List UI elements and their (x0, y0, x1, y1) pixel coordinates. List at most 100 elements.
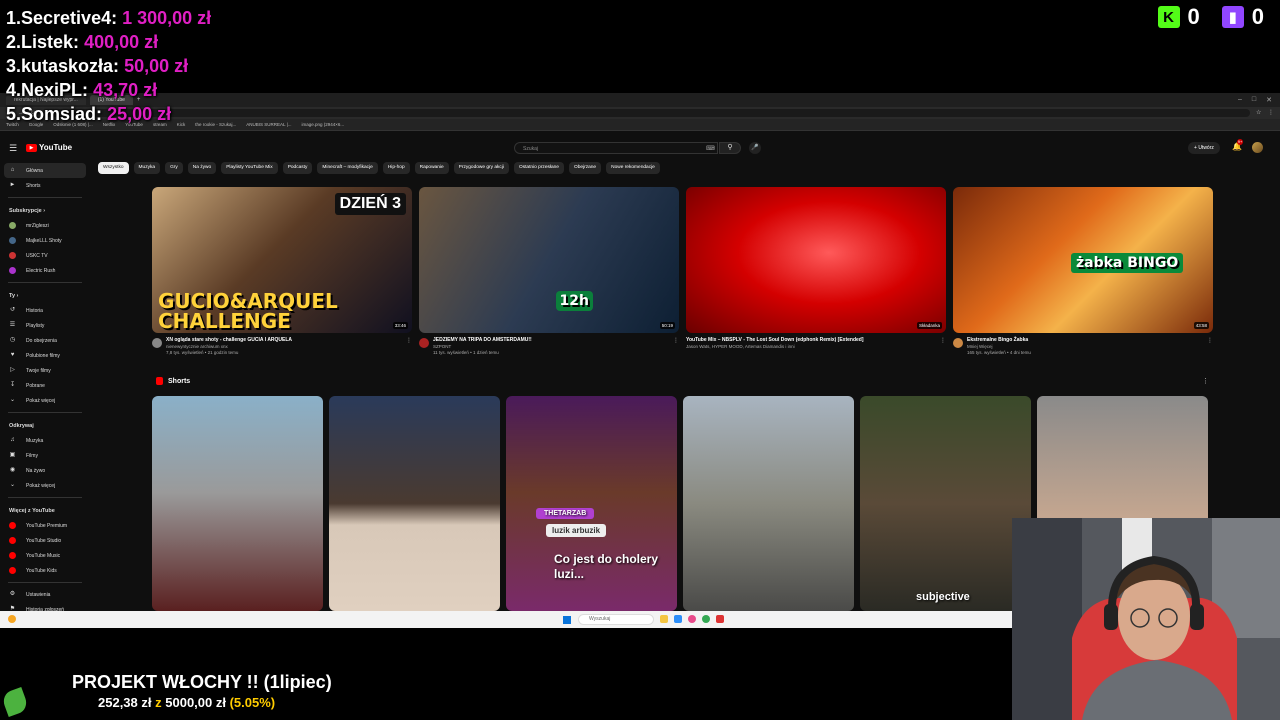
chip[interactable]: Gry (165, 162, 183, 174)
video-thumbnail[interactable]: Składanka (686, 187, 946, 333)
sidebar-item-downloads[interactable]: ↧ Pobrane (0, 378, 90, 393)
youtube-sidebar: ⌂ Główna ► Shorts Subskrypcje › mrZigleszi… (0, 163, 90, 628)
video-title[interactable]: XN ogląda stare shoty - challenge GUCIA … (166, 337, 292, 344)
sidebar-item-playlists[interactable]: ☰ Playlisty (0, 318, 90, 333)
chip[interactable]: Przygodowe gry akcji (453, 162, 509, 174)
more-options-icon[interactable]: ⋮ (673, 337, 679, 356)
search-button[interactable]: ⚲ (719, 142, 741, 154)
windows-start-icon[interactable] (563, 616, 571, 624)
hamburger-menu-icon[interactable]: ☰ (9, 143, 17, 154)
search-input[interactable]: Szukaj (514, 142, 718, 154)
sidebar-section-you[interactable]: Ty › (0, 289, 90, 303)
short-card[interactable] (683, 396, 854, 611)
sidebar-subscription[interactable]: mrZigleszi (0, 218, 90, 233)
sidebar-item-shorts[interactable]: ► Shorts (0, 178, 90, 193)
sidebar-section-subscriptions[interactable]: Subskrypcje › (0, 204, 90, 218)
keyboard-icon[interactable]: ⌨ (706, 145, 715, 152)
url-input[interactable] (42, 109, 1250, 117)
chip[interactable]: Rapowanie (414, 162, 449, 174)
short-card[interactable] (152, 396, 323, 611)
sidebar-item-liked[interactable]: ♥ Polubione filmy (0, 348, 90, 363)
video-title[interactable]: JEDZIEMY NA TRIPA DO AMSTERDAMU!! (433, 337, 532, 344)
create-button[interactable]: + Utwórz (1188, 142, 1220, 154)
sidebar-item-live[interactable]: ◉ Na żywo (0, 463, 90, 478)
sidebar-item-home[interactable]: ⌂ Główna (4, 163, 86, 178)
video-title[interactable]: Ekstremalne Bingo Żabka (967, 337, 1031, 344)
youtube-logo[interactable]: ▶ YouTube (26, 143, 72, 152)
short-card[interactable]: THETARZAB luzik arbuzik Co jest do chole… (506, 396, 677, 611)
store-icon[interactable] (674, 615, 682, 623)
app-icon[interactable] (688, 615, 696, 623)
voice-search-button[interactable]: 🎤 (749, 142, 761, 154)
viewer-counters: K 0 ▮ 0 (1157, 4, 1264, 30)
channel-avatar[interactable] (419, 338, 429, 348)
chrome-icon[interactable] (702, 615, 710, 623)
app-icon[interactable] (716, 615, 724, 623)
shorts-title: Shorts (168, 377, 191, 385)
sidebar-item-premium[interactable]: YouTube Premium (0, 518, 90, 533)
more-options-icon[interactable]: ⋮ (1207, 337, 1213, 356)
chip[interactable]: Nowe rekomendacje (606, 162, 660, 174)
taskbar-search-input[interactable]: Wyszukaj (578, 614, 654, 625)
minimize-icon[interactable]: – (1238, 96, 1242, 104)
sidebar-item-label: Pokaż więcej (26, 482, 56, 489)
leaderboard-name: Somsiad: (21, 104, 103, 124)
more-options-icon[interactable]: ⋮ (1202, 377, 1209, 385)
video-title[interactable]: YouTube Mix – NBSPLV - The Lost Soul Dow… (686, 337, 864, 344)
leaderboard-amount: 400,00 zł (84, 32, 159, 52)
video-card[interactable]: Składanka YouTube Mix – NBSPLV - The Los… (686, 187, 946, 356)
star-icon[interactable]: ☆ (1256, 110, 1262, 116)
sidebar-item-studio[interactable]: YouTube Studio (0, 533, 90, 548)
sidebar-item-label: Do obejrzenia (26, 337, 57, 344)
video-card[interactable]: 12h 50:19 JEDZIEMY NA TRIPA DO AMSTERDAM… (419, 187, 679, 356)
sidebar-item-label: Playlisty (26, 322, 45, 329)
sidebar-item-your-videos[interactable]: ▷ Twoje filmy (0, 363, 90, 378)
sidebar-subscription[interactable]: USKC TV (0, 248, 90, 263)
sidebar-show-more[interactable]: ⌄ Pokaż więcej (0, 478, 90, 493)
sidebar-item-watch-later[interactable]: ◷ Do obejrzenia (0, 333, 90, 348)
folder-icon[interactable] (660, 615, 668, 623)
bookmark-item[interactable]: image.png (2944×6... (302, 122, 345, 127)
channel-name[interactable]: Jason Wats, HYPER MOOD, Artemas Diamandi… (686, 344, 864, 350)
leaderboard-rank: 1. (6, 8, 22, 28)
sidebar-item-music-app[interactable]: YouTube Music (0, 548, 90, 563)
chip[interactable]: Ostatnio przesłane (513, 162, 564, 174)
video-card[interactable]: żabka BINGO 43:58 Ekstremalne Bingo Żabk… (953, 187, 1213, 356)
short-caption: subjective (916, 591, 970, 603)
sidebar-item-music[interactable]: ♫ Muzyka (0, 433, 90, 448)
weather-icon[interactable] (8, 615, 16, 623)
video-thumbnail[interactable]: DZIEŃ 3 GUCIO&ARQUEL CHALLENGE 33:46 (152, 187, 412, 333)
channel-avatar[interactable] (152, 338, 162, 348)
chip[interactable]: Na żywo (187, 162, 217, 174)
chip[interactable]: Muzyka (133, 162, 161, 174)
sidebar-item-movies[interactable]: ▣ Filmy (0, 448, 90, 463)
more-options-icon[interactable]: ⋮ (940, 337, 946, 350)
sidebar-subscription[interactable]: Electric Rush (0, 263, 90, 278)
more-options-icon[interactable]: ⋮ (406, 337, 412, 356)
video-thumbnail[interactable]: żabka BINGO 43:58 (953, 187, 1213, 333)
close-icon[interactable]: ✕ (1266, 96, 1272, 104)
section-heading: Ty (9, 293, 16, 299)
video-thumbnail[interactable]: 12h 50:19 (419, 187, 679, 333)
chip[interactable]: Minecraft – modyfikacje (317, 162, 378, 174)
sidebar-subscription[interactable]: MajkeLLL Shoty (0, 233, 90, 248)
thumbs-up-icon: ♥ (10, 352, 15, 358)
channel-avatar[interactable] (953, 338, 963, 348)
sidebar-item-kids[interactable]: YouTube Kids (0, 563, 90, 578)
account-avatar[interactable] (1252, 142, 1263, 153)
bookmark-item[interactable]: ANUBIS SURREAL |... (246, 122, 291, 127)
menu-icon[interactable]: ⋮ (1268, 110, 1274, 116)
short-card[interactable] (329, 396, 500, 611)
sidebar-item-history[interactable]: ↺ Historia (0, 303, 90, 318)
sidebar-item-settings[interactable]: ⚙ Ustawienia (0, 587, 90, 602)
chip[interactable]: Hip-hop (382, 162, 410, 174)
chip-all[interactable]: Wszystko (98, 162, 129, 174)
sidebar-show-more[interactable]: ⌄ Pokaż więcej (0, 393, 90, 408)
maximize-icon[interactable]: □ (1252, 96, 1256, 104)
chip[interactable]: Playlisty YouTube Mix (221, 162, 278, 174)
taskbar-apps (660, 615, 724, 623)
chip[interactable]: Obejrzane (568, 162, 602, 174)
short-card[interactable]: subjective (860, 396, 1031, 611)
video-card[interactable]: DZIEŃ 3 GUCIO&ARQUEL CHALLENGE 33:46 XN … (152, 187, 412, 356)
chip[interactable]: Podcasty (282, 162, 313, 174)
